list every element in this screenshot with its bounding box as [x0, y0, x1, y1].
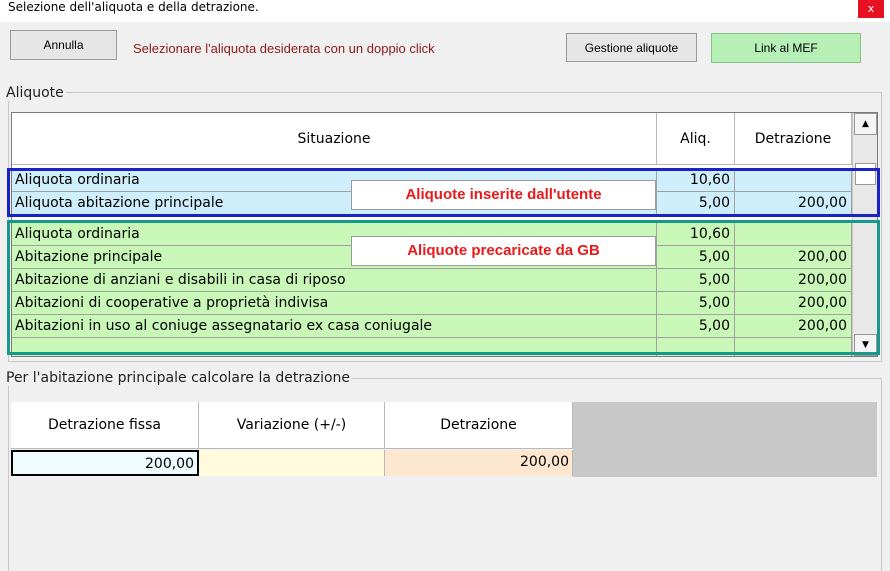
detrazione-table: Detrazione fissa Variazione (+/-) Detraz…	[11, 402, 877, 477]
header-variazione: Variazione (+/-)	[199, 402, 385, 449]
header-aliq[interactable]: Aliq.	[657, 113, 735, 165]
header-detrazione-fissa: Detrazione fissa	[11, 402, 199, 449]
detrazione-field: 200,00	[385, 450, 573, 476]
detrazione-fissa-field[interactable]: 200,00	[11, 450, 199, 476]
annulla-button[interactable]: Annulla	[10, 30, 117, 60]
detrazione-legend: Per l'abitazione principale calcolare la…	[4, 370, 353, 386]
scroll-up-arrow-icon[interactable]: ▲	[854, 113, 877, 135]
header-detrazione-calcolata: Detrazione	[385, 402, 573, 449]
link-mef-button[interactable]: Link al MEF	[711, 33, 861, 63]
header-detrazione[interactable]: Detrazione	[735, 113, 852, 165]
close-button[interactable]: x	[858, 0, 884, 18]
preloaded-rates-callout: Aliquote precaricate da GB	[351, 236, 656, 266]
selection-hint: Selezionare l'aliquota desiderata con un…	[133, 41, 435, 56]
title-bar: Selezione dell'aliquota e della detrazio…	[0, 0, 890, 22]
user-rates-callout: Aliquote inserite dall'utente	[351, 180, 656, 210]
header-situazione[interactable]: Situazione	[12, 113, 657, 165]
gestione-aliquote-button[interactable]: Gestione aliquote	[566, 33, 697, 62]
aliquote-legend: Aliquote	[4, 85, 66, 101]
empty-gray-area	[573, 402, 877, 477]
window-title: Selezione dell'aliquota e della detrazio…	[8, 0, 259, 14]
variazione-field[interactable]	[199, 450, 385, 476]
grid-header: Situazione Aliq. Detrazione	[12, 113, 852, 165]
